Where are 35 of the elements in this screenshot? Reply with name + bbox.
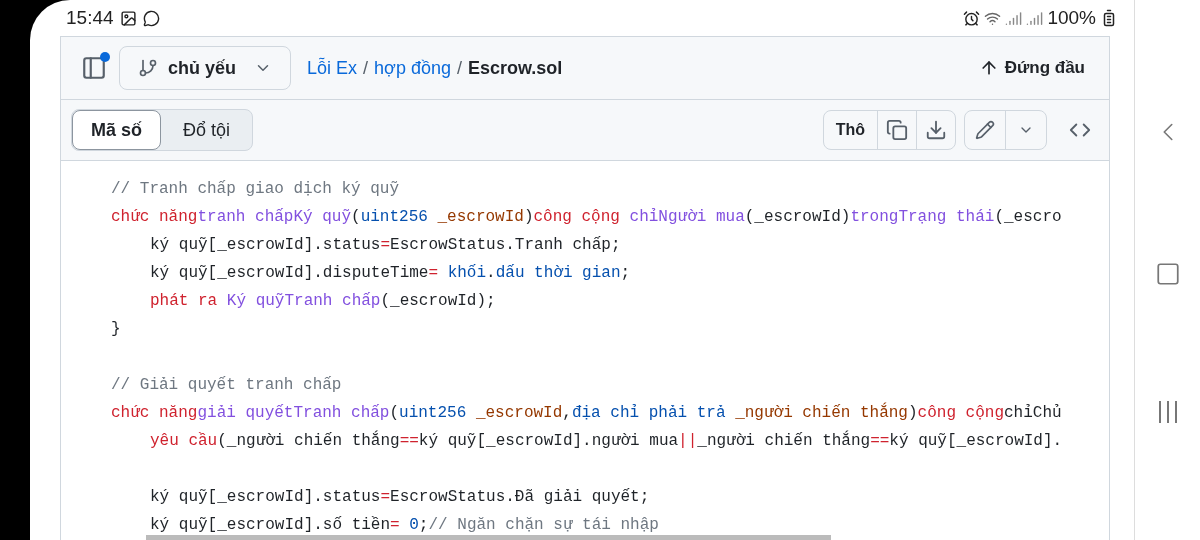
code-line: ký quỹ[_escrowId].số tiền= 0;// Ngăn chặn sự tái nhập [149, 515, 660, 535]
breadcrumb-separator: / [363, 56, 369, 80]
branch-button[interactable]: chủ yếu [119, 46, 292, 90]
copy-icon [886, 119, 908, 141]
view-tab[interactable]: Đổ tội [161, 110, 253, 150]
image-icon [119, 9, 137, 27]
download-icon [925, 119, 947, 141]
code-line: // Giải quyết tranh chấp [111, 375, 343, 396]
recents-nav-icon[interactable] [1158, 401, 1177, 423]
pencil-icon [975, 120, 995, 140]
view-tab[interactable]: Mã số [72, 110, 161, 150]
horizontal-scrollbar[interactable] [146, 535, 831, 540]
chat-bubble-icon [142, 9, 160, 27]
code-line: ký quỹ[_escrowId].status=EscrowStatus.Đã giải quyết; [149, 487, 651, 508]
breadcrumb-link[interactable]: Lỗi Ex [307, 54, 358, 82]
alarm-icon [963, 9, 981, 27]
breadcrumb-separator: / [456, 56, 462, 80]
sidebar-toggle-icon[interactable] [81, 55, 107, 81]
code-line: // Tranh chấp giao dịch ký quỹ [111, 179, 401, 200]
signal-icon [1005, 9, 1023, 27]
top-button[interactable]: Đứng đầu [978, 55, 1085, 81]
code-line: ký quỹ[_escrowId].status=EscrowStatus.Tranh chấp; [149, 235, 622, 256]
code-line: yêu cầu(_người chiến thắng==ký quỹ[_escrowId].người mua||_người chiến thắng==ký quỹ[_escrowId]. [149, 429, 1064, 452]
code-line: } [111, 319, 122, 340]
battery-percentage: 100% [1047, 5, 1096, 30]
code-line: chức nănggiải quyếtTranh chấp(uint256 _escrowId,địa chỉ phải trả _người chiến thắng)công cộngchỉChủ [111, 401, 1063, 424]
status-time: 15:44 [66, 5, 114, 30]
code-line: chức năngtranh chấpKý quỹ(uint256 _escrowId)công cộng chỉNgười mua(_escrowId)trongTrạng thái(_escro [111, 207, 1063, 228]
code-line: phát ra Ký quỹTranh chấp(_escrowId); [149, 291, 497, 312]
home-nav-icon[interactable] [1154, 261, 1181, 287]
breadcrumb-link[interactable]: hợp đồng [374, 54, 451, 82]
branch-icon [138, 58, 158, 78]
file-name[interactable]: Escrow.sol [467, 54, 563, 82]
code-line: ký quỹ[_escrowId].disputeTime= khối.dấu thời gian; [149, 263, 632, 284]
signal-icon [1026, 9, 1044, 27]
